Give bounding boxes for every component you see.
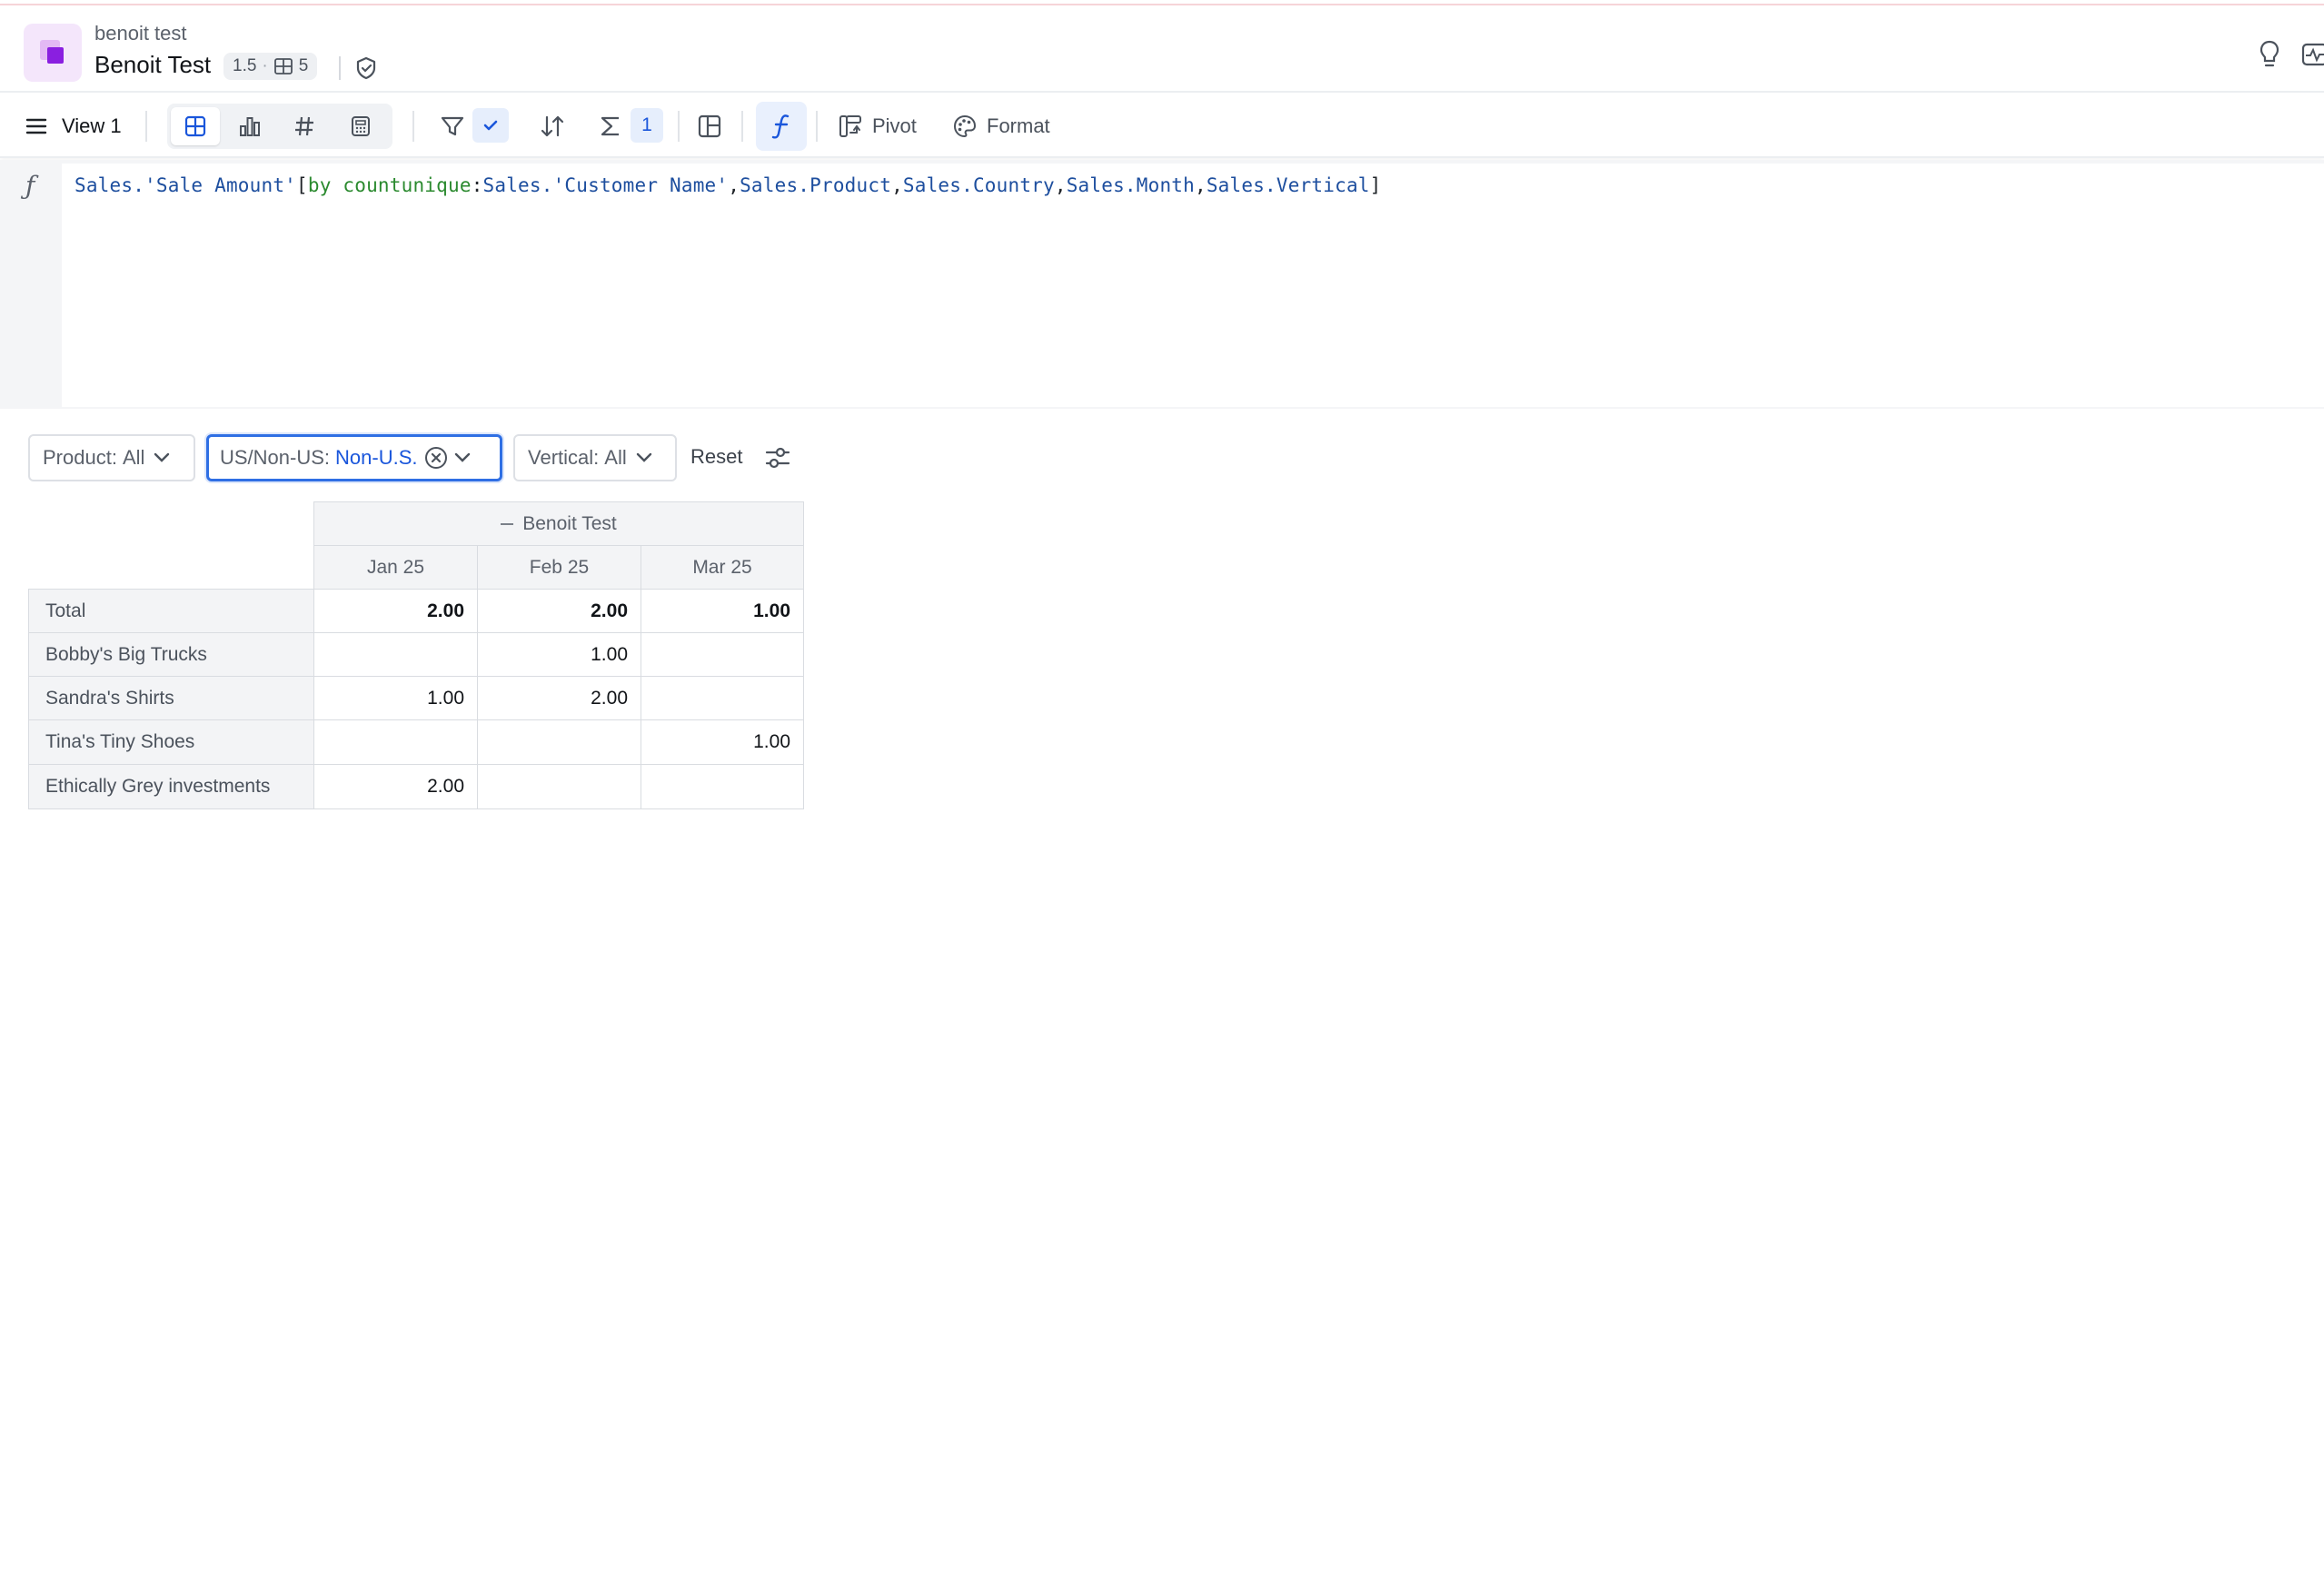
palette-icon <box>953 114 977 138</box>
toolbar-divider <box>816 111 818 142</box>
shield-check-icon[interactable] <box>353 55 380 82</box>
table-view-button[interactable] <box>171 107 220 145</box>
layout-icon <box>698 114 721 138</box>
sort-button[interactable] <box>536 111 569 142</box>
format-label: Format <box>987 114 1050 137</box>
product-filter[interactable]: Product: All <box>28 434 195 481</box>
sigma-icon <box>601 116 619 136</box>
pivot-button[interactable]: Pivot <box>838 109 917 144</box>
check-icon <box>483 120 498 131</box>
workbook-name[interactable]: benoit test <box>94 22 187 45</box>
filter-button[interactable] <box>438 111 467 142</box>
view-menu-button[interactable]: View 1 <box>25 111 122 142</box>
formula-editor[interactable]: Sales.'Sale Amount'[by countunique:Sales… <box>62 164 2324 407</box>
toolbar-divider <box>678 111 680 142</box>
us-non-us-filter[interactable]: US/Non-US: Non-U.S. <box>206 434 502 481</box>
number-view-button[interactable] <box>280 107 329 145</box>
product-filter-value: All <box>122 446 145 469</box>
column-header[interactable]: Mar 25 <box>641 545 804 590</box>
table-cell[interactable] <box>641 632 804 677</box>
toolbar-divider <box>412 111 414 142</box>
formula-function-icon: ƒ <box>25 171 35 201</box>
summary-count-badge[interactable]: 1 <box>631 108 663 143</box>
lightbulb-icon[interactable] <box>2255 38 2284 71</box>
table-cell[interactable] <box>313 719 478 765</box>
chevron-down-icon <box>154 452 170 462</box>
table-cell[interactable]: 2.00 <box>477 676 641 720</box>
header-divider <box>339 56 341 80</box>
chart-view-button[interactable] <box>225 107 274 145</box>
workbook-icon[interactable] <box>24 24 82 82</box>
table-cell[interactable]: 1.00 <box>313 676 478 720</box>
column-header[interactable]: Jan 25 <box>313 545 478 590</box>
pivot-label: Pivot <box>872 114 917 137</box>
version-badge[interactable]: 1.5 · 5 <box>223 53 318 80</box>
page-title[interactable]: Benoit Test <box>94 51 211 79</box>
collapse-icon[interactable] <box>501 522 514 525</box>
row-header[interactable]: Total <box>28 589 314 633</box>
row-header[interactable]: Bobby's Big Trucks <box>28 632 314 677</box>
elements-icon <box>273 58 293 74</box>
toolbar-divider <box>741 111 743 142</box>
activity-icon[interactable] <box>2300 40 2324 69</box>
column-group-header[interactable]: Benoit Test <box>313 501 804 546</box>
row-header[interactable]: Ethically Grey investments <box>28 764 314 809</box>
table-cell[interactable]: 2.00 <box>313 589 478 633</box>
function-icon <box>771 114 790 139</box>
filter-applied-badge[interactable] <box>472 108 509 143</box>
summary-button[interactable] <box>596 111 625 142</box>
toolbar: View 1 1 Pivot Format <box>0 93 2324 158</box>
row-header[interactable]: Tina's Tiny Shoes <box>28 719 314 765</box>
table-cell[interactable] <box>641 764 804 809</box>
table-cell[interactable] <box>641 676 804 720</box>
formula-bar: ƒ Sales.'Sale Amount'[by countunique:Sal… <box>0 160 2324 409</box>
version-number: 1.5 <box>233 56 257 75</box>
hamburger-icon <box>25 118 47 134</box>
chevron-down-icon <box>636 452 651 462</box>
table-cell[interactable] <box>313 632 478 677</box>
table-cell[interactable]: 1.00 <box>641 589 804 633</box>
sort-icon <box>541 115 564 137</box>
row-header[interactable]: Sandra's Shirts <box>28 676 314 720</box>
vertical-filter[interactable]: Vertical: All <box>513 434 677 481</box>
filter-icon <box>441 116 464 136</box>
element-count: 5 <box>298 56 309 75</box>
format-button[interactable]: Format <box>952 109 1050 144</box>
layout-button[interactable] <box>694 111 725 142</box>
table-cell[interactable]: 2.00 <box>313 764 478 809</box>
calculator-view-button[interactable] <box>336 107 385 145</box>
table-cell[interactable]: 1.00 <box>641 719 804 765</box>
vertical-filter-value: All <box>604 446 627 469</box>
visualization-switcher <box>167 104 392 149</box>
reset-filters-button[interactable]: Reset <box>690 445 742 469</box>
product-filter-label: Product: <box>43 446 117 469</box>
table-icon <box>184 115 206 137</box>
vertical-filter-label: Vertical: <box>528 446 600 469</box>
toolbar-divider <box>145 111 147 142</box>
table-cell[interactable] <box>477 764 641 809</box>
formula-text[interactable]: Sales.'Sale Amount'[by countunique:Sales… <box>74 174 1382 196</box>
pivot-icon <box>839 115 861 137</box>
formula-bar-toggle[interactable] <box>756 102 807 151</box>
column-group-label: Benoit Test <box>522 512 617 534</box>
page-header: benoit test Benoit Test 1.5 · 5 <box>0 5 2324 93</box>
view-name: View 1 <box>62 114 122 137</box>
us-non-us-filter-label: US/Non-US: <box>220 446 331 469</box>
separator-dot: · <box>262 56 268 75</box>
table-cell[interactable]: 1.00 <box>477 632 641 677</box>
hash-icon <box>295 116 313 136</box>
bar-chart-icon <box>240 117 260 136</box>
table-cell[interactable]: 2.00 <box>477 589 641 633</box>
clear-filter-icon[interactable] <box>423 445 449 471</box>
column-header[interactable]: Feb 25 <box>477 545 641 590</box>
us-non-us-filter-value: Non-U.S. <box>335 446 418 469</box>
chevron-down-icon <box>454 452 470 462</box>
calculator-icon <box>352 116 370 136</box>
filter-settings-icon[interactable] <box>763 443 792 472</box>
table-cell[interactable] <box>477 719 641 765</box>
